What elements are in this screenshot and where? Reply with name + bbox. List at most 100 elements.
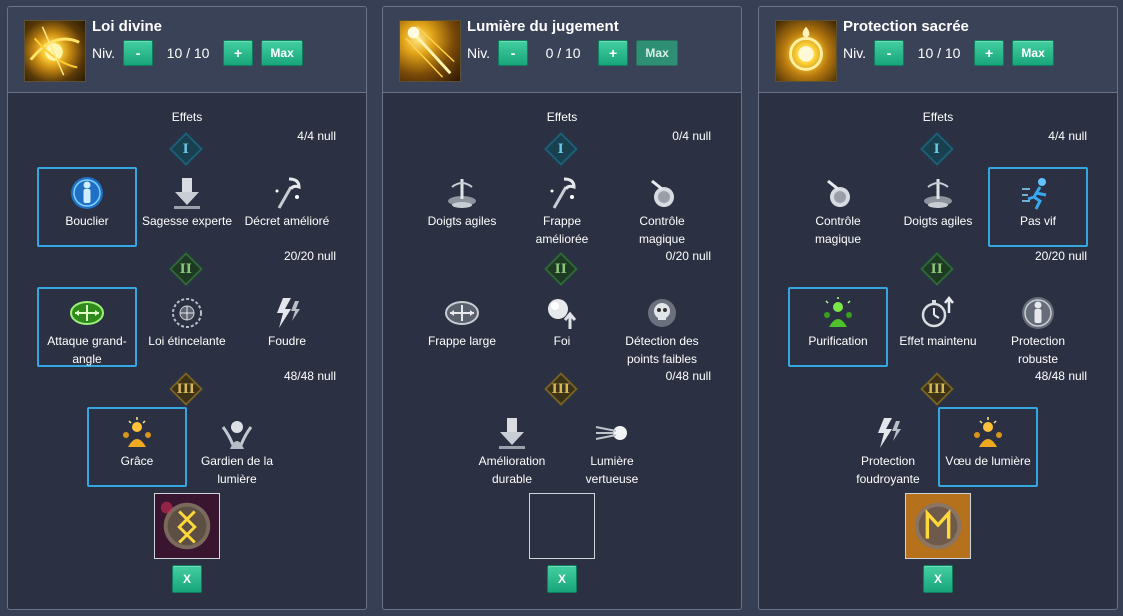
level-increase-button[interactable]: + — [974, 40, 1005, 66]
effect-label: Détection des points faibles — [625, 334, 699, 366]
effect-lumiere-vertueuse[interactable]: Lumière vertueuse — [562, 407, 662, 487]
effects-title: Effets — [171, 110, 203, 124]
tier-2-badge: II — [541, 249, 581, 289]
tier-2-badge: II — [917, 249, 957, 289]
effect-label: Contrôle magique — [638, 214, 686, 246]
effect-label: Doigts agiles — [427, 214, 497, 228]
effect-label: Foi — [553, 334, 571, 348]
level-row: Niv. - 10 / 10 + Max — [92, 40, 304, 66]
tier-3-numeral: III — [927, 381, 947, 397]
fountain-icon — [444, 175, 480, 211]
effect-foudre[interactable]: Foudre — [237, 287, 337, 367]
tier-3-numeral: III — [551, 381, 571, 397]
effect-doigts-agiles[interactable]: Doigts agiles — [888, 167, 988, 247]
panel-header: Protection sacrée Niv. - 10 / 10 + Max — [759, 7, 1117, 93]
effect-sagesse-experte[interactable]: Sagesse experte — [137, 167, 237, 247]
tier-3-badge: III — [541, 369, 581, 409]
comet-icon — [594, 415, 630, 451]
effects-title: Effets — [546, 110, 578, 124]
effect-effet-maintenu[interactable]: Effet maintenu — [888, 287, 988, 367]
effect-label: Amélioration durable — [478, 454, 546, 486]
effect-controle-magique[interactable]: Contrôle magique — [612, 167, 712, 247]
level-value: 10 / 10 — [917, 45, 961, 61]
grace-icon — [970, 415, 1006, 451]
level-row: Niv. - 0 / 10 + Max — [467, 40, 679, 66]
effect-controle-magique[interactable]: Contrôle magique — [788, 167, 888, 247]
remove-rune-button[interactable]: X — [547, 565, 577, 593]
rune-slot-empty[interactable] — [529, 493, 595, 559]
staff-icon — [544, 175, 580, 211]
level-label: Niv. — [467, 45, 491, 61]
level-increase-button[interactable]: + — [598, 40, 629, 66]
effect-label: Contrôle magique — [814, 214, 862, 246]
running-icon — [1020, 175, 1056, 211]
lightning-icon — [269, 295, 305, 331]
sparkle-wheel-icon — [169, 295, 205, 331]
tier-3-badge: III — [166, 369, 206, 409]
effect-protection-robuste[interactable]: Protection robuste — [988, 287, 1088, 367]
effect-purification[interactable]: Purification — [788, 287, 888, 367]
tier-1-badge: I — [917, 129, 957, 169]
wide-attack-icon — [444, 295, 480, 331]
effect-pas-vif[interactable]: Pas vif — [988, 167, 1088, 247]
shield-person-icon — [1020, 295, 1056, 331]
effect-foi[interactable]: Foi — [512, 287, 612, 367]
effect-amelioration-durable[interactable]: Amélioration durable — [462, 407, 562, 487]
effect-label: Doigts agiles — [903, 214, 973, 228]
effect-label: Pas vif — [1019, 214, 1056, 228]
effect-decret-ameliore[interactable]: Décret amélioré — [237, 167, 337, 247]
down-arrow-icon — [494, 415, 530, 451]
effect-bouclier[interactable]: Bouclier — [37, 167, 137, 247]
skill-title: Protection sacrée — [843, 18, 969, 35]
effect-label: Sagesse experte — [141, 214, 233, 228]
effect-label: Attaque grand-angle — [47, 334, 127, 366]
effect-label: Effet maintenu — [899, 334, 977, 348]
fountain-icon — [920, 175, 956, 211]
skill-title: Lumière du jugement — [467, 18, 619, 35]
level-max-button[interactable]: Max — [636, 40, 679, 66]
level-increase-button[interactable]: + — [223, 40, 254, 66]
effect-label: Décret amélioré — [244, 214, 330, 228]
effect-label: Frappe large — [427, 334, 497, 348]
rune-slot[interactable] — [154, 493, 220, 559]
effect-attaque-grand-angle[interactable]: Attaque grand-angle — [37, 287, 137, 367]
orb-up-icon — [544, 295, 580, 331]
effect-label: Bouclier — [65, 214, 109, 228]
tier-3-numeral: III — [176, 381, 196, 397]
level-row: Niv. - 10 / 10 + Max — [843, 40, 1055, 66]
effect-gardien-de-la-lumiere[interactable]: Gardien de la lumière — [187, 407, 287, 487]
tier-3-badge: III — [917, 369, 957, 409]
level-decrease-button[interactable]: - — [874, 40, 905, 66]
effect-protection-foudroyante[interactable]: Protection foudroyante — [838, 407, 938, 487]
effect-loi-etincelante[interactable]: Loi étincelante — [137, 287, 237, 367]
level-decrease-button[interactable]: - — [498, 40, 529, 66]
tier-1-count: 0/4 null — [672, 129, 711, 143]
effect-label: Protection robuste — [1010, 334, 1066, 366]
skill-panel-protection-sacree: Protection sacrée Niv. - 10 / 10 + Max E… — [758, 6, 1118, 610]
purification-icon — [820, 295, 856, 331]
level-value: 0 / 10 — [545, 45, 581, 61]
staff-icon — [269, 175, 305, 211]
tier-3-count: 48/48 null — [1034, 369, 1087, 383]
remove-rune-button[interactable]: X — [172, 565, 202, 593]
skill-panel-lumiere-du-jugement: Lumière du jugement Niv. - 0 / 10 + Max … — [382, 6, 742, 610]
tier-1-count: 4/4 null — [297, 129, 336, 143]
level-decrease-button[interactable]: - — [123, 40, 154, 66]
level-max-button[interactable]: Max — [261, 40, 304, 66]
effect-label: Protection foudroyante — [856, 454, 920, 486]
effect-doigts-agiles[interactable]: Doigts agiles — [412, 167, 512, 247]
level-max-button[interactable]: Max — [1012, 40, 1055, 66]
skill-title: Loi divine — [92, 18, 163, 35]
effect-detection-des-points-faibles[interactable]: Détection des points faibles — [612, 287, 712, 367]
effect-grace[interactable]: Grâce — [87, 407, 187, 487]
rune-slot[interactable] — [905, 493, 971, 559]
effect-frappe-amelioree[interactable]: Frappe améliorée — [512, 167, 612, 247]
remove-rune-button[interactable]: X — [923, 565, 953, 593]
effect-voeu-de-lumiere[interactable]: Vœu de lumière — [938, 407, 1038, 487]
tier-2-badge: II — [166, 249, 206, 289]
lumiere-du-jugement-skill-icon — [399, 20, 461, 82]
effect-label: Foudre — [267, 334, 307, 348]
effect-frappe-large[interactable]: Frappe large — [412, 287, 512, 367]
level-value: 10 / 10 — [166, 45, 210, 61]
tier-1-badge: I — [541, 129, 581, 169]
